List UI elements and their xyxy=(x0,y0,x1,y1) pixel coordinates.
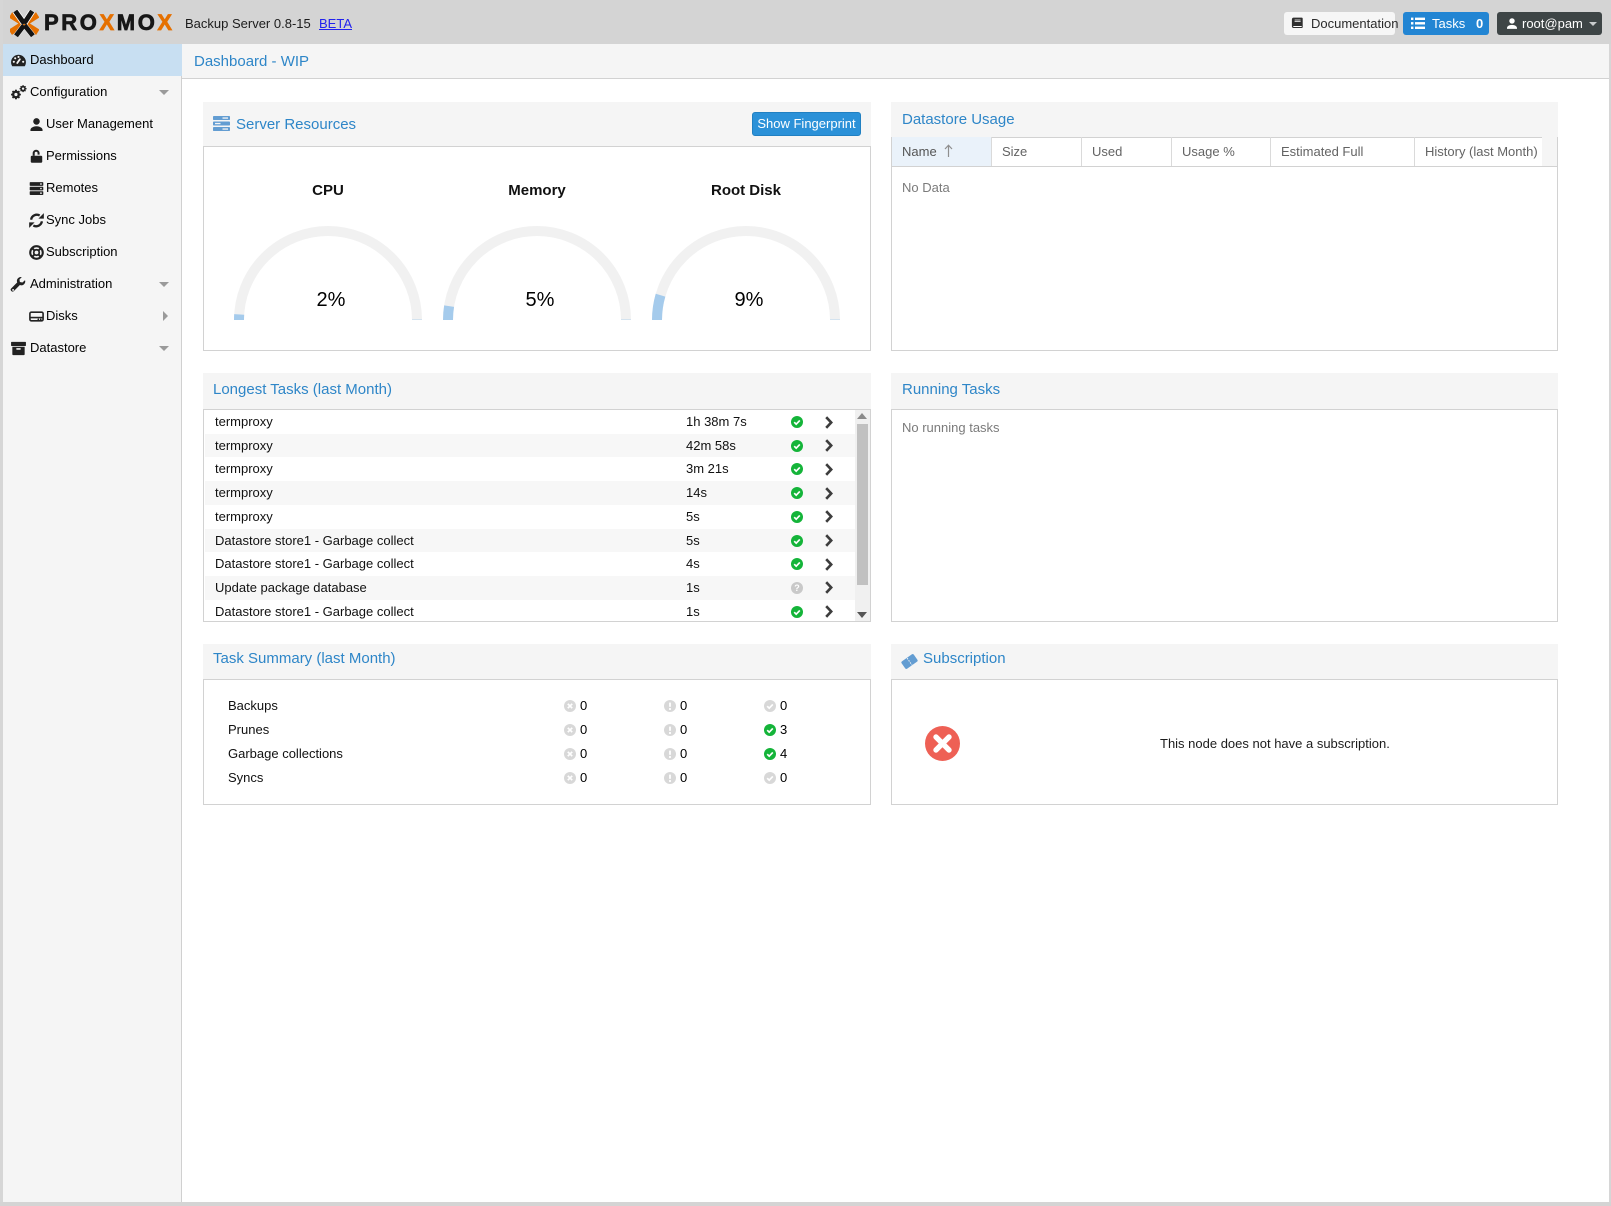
svg-text:?: ? xyxy=(794,583,800,593)
